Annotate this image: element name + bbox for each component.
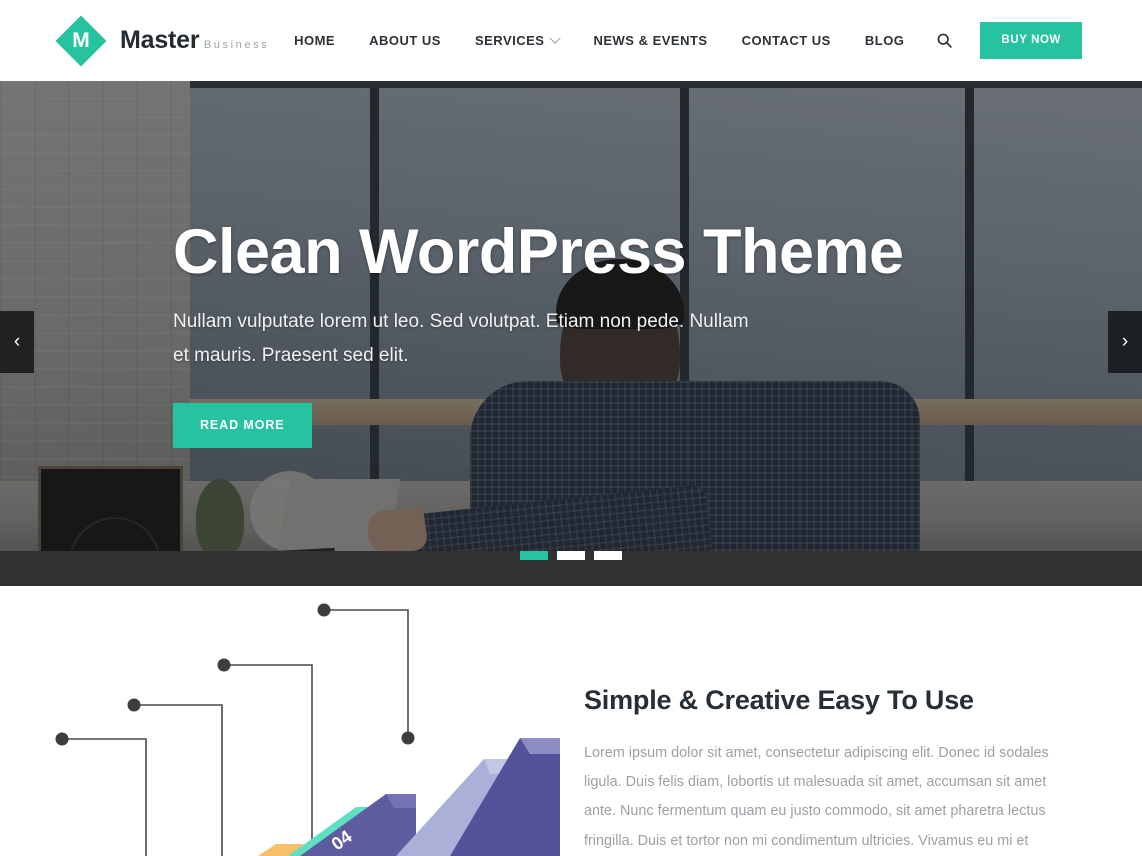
slider-dot-1[interactable] (520, 551, 548, 560)
logo-diamond-icon: M (55, 15, 107, 66)
brand-title: Master (120, 26, 200, 55)
nav-item-label: BLOG (864, 33, 905, 48)
brand-logo[interactable]: M Master Business (55, 15, 270, 66)
nav-item-label: ABOUT US (369, 33, 441, 48)
infographic-dot-4 (317, 603, 331, 617)
hero-content: Clean WordPress Theme Nullam vulputate l… (173, 81, 973, 586)
nav-item-news-events[interactable]: NEWS & EVENTS (576, 33, 724, 48)
nav-item-about-us[interactable]: ABOUT US (352, 33, 458, 48)
nav-item-contact-us[interactable]: CONTACT US (725, 33, 848, 48)
chevron-down-icon (549, 32, 562, 44)
slider-prev-arrow-icon[interactable]: ‹ (0, 311, 34, 373)
search-icon (937, 33, 953, 48)
slider-dot-2[interactable] (557, 551, 585, 560)
slider-pagination (0, 551, 1142, 560)
infographic-dot-5 (401, 731, 415, 745)
infographic-svg: 04 (55, 603, 560, 856)
hero-subtitle: Nullam vulputate lorem ut leo. Sed volut… (173, 311, 749, 367)
nav-item-home[interactable]: HOME (277, 33, 352, 48)
nav-item-label: NEWS & EVENTS (593, 33, 708, 48)
feature-text-block: Simple & Creative Easy To Use Lorem ipsu… (584, 685, 1054, 856)
buy-now-button[interactable]: BUY NOW (980, 22, 1082, 59)
logo-letter: M (72, 29, 90, 52)
nav-item-blog[interactable]: BLOG (848, 33, 922, 48)
nav-item-services[interactable]: SERVICES (458, 32, 577, 48)
infographic-dot-1 (55, 732, 69, 746)
search-toggle-button[interactable] (921, 33, 966, 48)
feature-heading: Simple & Creative Easy To Use (584, 685, 974, 715)
main-navigation: HOME ABOUT US SERVICES NEWS & EVENTS CON… (277, 0, 1142, 81)
infographic-dot-3 (217, 658, 231, 672)
site-header: M Master Business HOME ABOUT US SERVICES… (0, 0, 1142, 81)
slider-next-arrow-icon[interactable]: › (1108, 311, 1142, 373)
slider-dot-3[interactable] (594, 551, 622, 560)
hero-slider: STARTUP Clean WordPress Theme Nullam vul… (0, 81, 1142, 586)
hero-read-more-button[interactable]: READ MORE (173, 402, 312, 448)
brand-subtitle: Business (203, 39, 270, 52)
isometric-infographic: 04 (0, 586, 560, 856)
nav-item-label: HOME (294, 33, 336, 48)
infographic-dot-2 (127, 698, 141, 712)
nav-item-label: CONTACT US (741, 33, 831, 48)
nav-item-label: SERVICES (474, 33, 545, 48)
feature-body-text: Lorem ipsum dolor sit amet, consectetur … (584, 745, 1049, 849)
feature-section: 04 Simple & Creative Easy To Use Lorem i… (0, 586, 1142, 856)
hero-title: Clean WordPress Theme (173, 217, 904, 288)
